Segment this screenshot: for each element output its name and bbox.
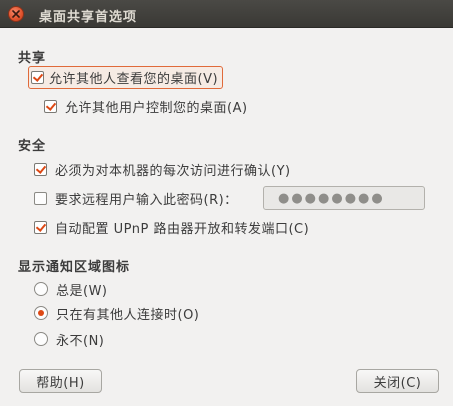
- help-button[interactable]: 帮助(H): [19, 369, 102, 393]
- allow-control-row[interactable]: 允许其他用户控制您的桌面(A): [44, 96, 248, 116]
- notify-never-row[interactable]: 永不(N): [34, 329, 104, 349]
- upnp-checkbox[interactable]: [34, 220, 47, 234]
- upnp-row[interactable]: 自动配置 UPnP 路由器开放和转发端口(C): [34, 217, 309, 237]
- allow-view-label: 允许其他人查看您的桌面(V): [49, 71, 219, 87]
- notify-connected-radio[interactable]: [34, 306, 48, 320]
- allow-control-label: 允许其他用户控制您的桌面(A): [65, 100, 248, 116]
- notify-always-radio[interactable]: [34, 282, 48, 296]
- confirm-each-checkbox[interactable]: [34, 162, 47, 176]
- password-value: ●●●●●●●●: [278, 190, 385, 206]
- require-password-checkbox[interactable]: [34, 191, 47, 205]
- require-password-label: 要求远程用户输入此密码(R)：: [55, 192, 238, 208]
- confirm-each-row[interactable]: 必须为对本机器的每次访问进行确认(Y): [34, 159, 291, 179]
- notify-connected-label: 只在有其他人连接时(O): [56, 307, 200, 323]
- notification-section-header: 显示通知区域图标: [18, 260, 131, 275]
- notify-connected-row[interactable]: 只在有其他人连接时(O): [34, 303, 199, 323]
- notify-never-label: 永不(N): [56, 333, 105, 349]
- confirm-each-label: 必须为对本机器的每次访问进行确认(Y): [55, 163, 291, 179]
- notify-always-label: 总是(W): [56, 283, 108, 299]
- focus-ring: 允许其他人查看您的桌面(V): [28, 65, 224, 89]
- upnp-label: 自动配置 UPnP 路由器开放和转发端口(C): [55, 221, 310, 237]
- window-title: 桌面共享首选项: [39, 10, 138, 25]
- title-bar: 桌面共享首选项: [0, 0, 453, 28]
- allow-view-checkbox[interactable]: [31, 70, 44, 84]
- notify-never-radio[interactable]: [34, 332, 48, 346]
- allow-view-row[interactable]: 允许其他人查看您的桌面(V): [28, 65, 224, 89]
- close-button[interactable]: 关闭(C): [356, 369, 439, 393]
- window-close-button[interactable]: [8, 6, 24, 22]
- close-icon: [12, 10, 20, 18]
- notify-always-row[interactable]: 总是(W): [34, 279, 108, 299]
- allow-control-checkbox[interactable]: [44, 99, 57, 113]
- sharing-section-header: 共享: [18, 51, 47, 66]
- require-password-row[interactable]: 要求远程用户输入此密码(R)：: [34, 188, 238, 208]
- password-field[interactable]: ●●●●●●●●: [263, 186, 425, 210]
- security-section-header: 安全: [18, 139, 47, 154]
